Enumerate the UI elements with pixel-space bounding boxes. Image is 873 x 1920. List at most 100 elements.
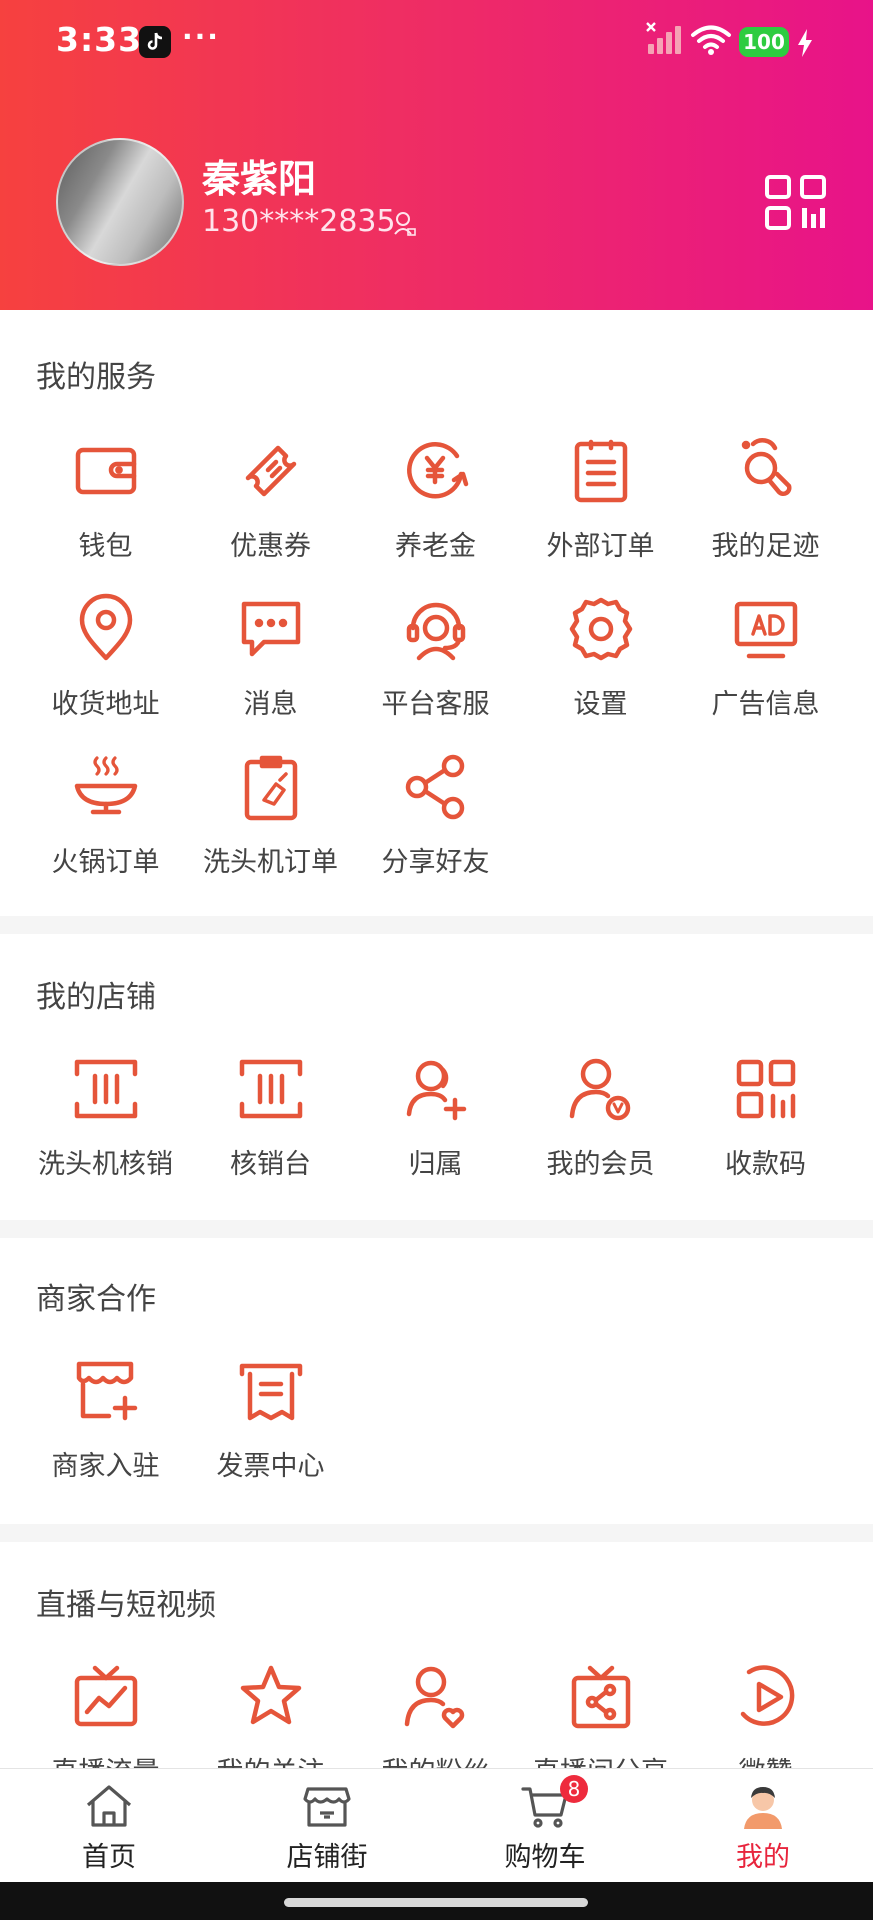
service-external-orders[interactable]: 外部订单	[518, 434, 683, 574]
tab-profile[interactable]: 我的	[654, 1769, 872, 1883]
service-label: 收货地址	[51, 689, 160, 720]
service-coupon[interactable]: 优惠券	[188, 434, 353, 574]
service-share-friends[interactable]: 分享好友	[353, 750, 518, 890]
clipboard-order-icon	[244, 755, 297, 821]
merchant-join[interactable]: 商家入驻	[23, 1354, 188, 1494]
charging-icon	[798, 29, 812, 57]
coupon-icon	[245, 445, 296, 497]
avatar[interactable]	[56, 138, 184, 266]
live-label: 直播间分享	[518, 1750, 683, 1768]
service-label: 平台客服	[381, 689, 490, 720]
location-pin-icon	[79, 593, 132, 661]
shop-title: 我的店铺	[36, 980, 156, 1015]
service-label: 设置	[573, 689, 628, 720]
qr-code-icon[interactable]	[764, 174, 828, 232]
tab-label: 购物车	[504, 1842, 586, 1873]
wifi-icon	[691, 25, 731, 55]
service-wallet[interactable]: 钱包	[23, 434, 188, 574]
service-label: 钱包	[78, 531, 133, 562]
service-label: 优惠券	[230, 531, 311, 562]
status-time: 3:33	[56, 20, 143, 59]
service-label: 洗头机订单	[203, 847, 338, 878]
shop-label: 核销台	[230, 1149, 311, 1180]
scan-icon	[239, 1059, 302, 1119]
live-my-fans[interactable]: 我的粉丝	[353, 1660, 518, 1768]
shop-verify-desk[interactable]: 核销台	[188, 1052, 353, 1192]
merchant-section: 商家合作 商家入驻 发票中心	[0, 1238, 873, 1524]
profile-header: 3:33 ··· 100 秦紫阳 130****2835	[0, 0, 873, 310]
merchant-label: 商家入驻	[51, 1451, 160, 1482]
cart-count-badge: 8	[560, 1775, 588, 1803]
profile-icon	[744, 1787, 782, 1829]
service-footprint[interactable]: 我的足迹	[683, 434, 848, 574]
home-icon	[86, 1785, 132, 1827]
service-customer-service[interactable]: 平台客服	[353, 592, 518, 732]
ad-icon	[734, 601, 797, 659]
tab-label: 我的	[736, 1842, 790, 1873]
merchant-label: 发票中心	[216, 1451, 325, 1482]
services-title: 我的服务	[36, 360, 156, 395]
qr-code-icon	[736, 1059, 795, 1119]
service-label: 养老金	[395, 531, 476, 562]
merchant-invoice-center[interactable]: 发票中心	[188, 1354, 353, 1494]
service-washer-orders[interactable]: 洗头机订单	[188, 750, 353, 890]
service-messages[interactable]: 消息	[188, 592, 353, 732]
tiktok-icon	[139, 26, 171, 58]
shop-label: 收款码	[725, 1149, 806, 1180]
share-icon	[405, 754, 464, 820]
star-icon	[240, 1665, 301, 1725]
shop-washer-verify[interactable]: 洗头机核销	[23, 1052, 188, 1192]
merchant-title: 商家合作	[36, 1282, 156, 1317]
service-pension[interactable]: 养老金	[353, 434, 518, 574]
shop-my-members[interactable]: 我的会员	[518, 1052, 683, 1192]
bottom-tab-bar: 首页 店铺街 8 购物车 我的	[0, 1768, 873, 1882]
section-divider	[0, 916, 873, 934]
service-hotpot-orders[interactable]: 火锅订单	[23, 750, 188, 890]
shop-label: 归属	[408, 1149, 463, 1180]
section-divider	[0, 1220, 873, 1238]
section-divider	[0, 1524, 873, 1542]
pension-icon	[406, 442, 468, 499]
tab-shop-street[interactable]: 店铺街	[218, 1769, 436, 1883]
add-user-icon	[406, 1060, 466, 1121]
fans-icon	[404, 1666, 464, 1729]
tab-home[interactable]: 首页	[0, 1769, 218, 1883]
service-label: 广告信息	[711, 689, 820, 720]
services-section: 我的服务 钱包 优惠券 养老金 外部订单 我的足迹 收货地址 消息 平台客服 设…	[0, 310, 873, 916]
live-weizan[interactable]: 微赞	[683, 1660, 848, 1768]
battery-indicator: 100	[739, 27, 789, 57]
live-title: 直播与短视频	[36, 1588, 216, 1623]
message-icon	[241, 601, 300, 657]
order-list-icon	[574, 439, 627, 503]
service-label: 我的足迹	[711, 531, 820, 562]
live-section: 直播与短视频 直播流量 我的关注 我的粉丝 直播间分享 微赞	[0, 1542, 873, 1768]
shop-street-icon	[303, 1787, 351, 1827]
user-phone: 130****2835	[202, 204, 396, 239]
tv-share-icon	[571, 1665, 630, 1729]
scan-icon	[74, 1059, 137, 1119]
gear-icon	[569, 597, 632, 661]
invoice-icon	[239, 1363, 302, 1421]
service-ad-info[interactable]: 广告信息	[683, 592, 848, 732]
user-name: 秦紫阳	[202, 157, 317, 201]
live-label: 我的粉丝	[353, 1750, 518, 1768]
home-indicator[interactable]	[284, 1898, 588, 1907]
live-room-share[interactable]: 直播间分享	[518, 1660, 683, 1768]
service-settings[interactable]: 设置	[518, 592, 683, 732]
live-traffic[interactable]: 直播流量	[23, 1660, 188, 1768]
tv-chart-icon	[74, 1665, 137, 1727]
service-label: 火锅订单	[51, 847, 160, 878]
shop-payment-code[interactable]: 收款码	[683, 1052, 848, 1192]
service-label: 分享好友	[381, 847, 490, 878]
shop-attribution[interactable]: 归属	[353, 1052, 518, 1192]
hotpot-icon	[74, 756, 137, 815]
shop-section: 我的店铺 洗头机核销 核销台 归属 我的会员 收款码	[0, 934, 873, 1220]
customer-service-icon	[406, 602, 465, 661]
signal-icon	[646, 22, 681, 54]
live-my-follows[interactable]: 我的关注	[188, 1660, 353, 1768]
tab-cart[interactable]: 8 购物车	[436, 1769, 654, 1883]
service-address[interactable]: 收货地址	[23, 592, 188, 732]
shop-label: 洗头机核销	[38, 1149, 173, 1180]
tab-label: 首页	[82, 1842, 136, 1873]
account-person-icon[interactable]	[393, 210, 417, 238]
